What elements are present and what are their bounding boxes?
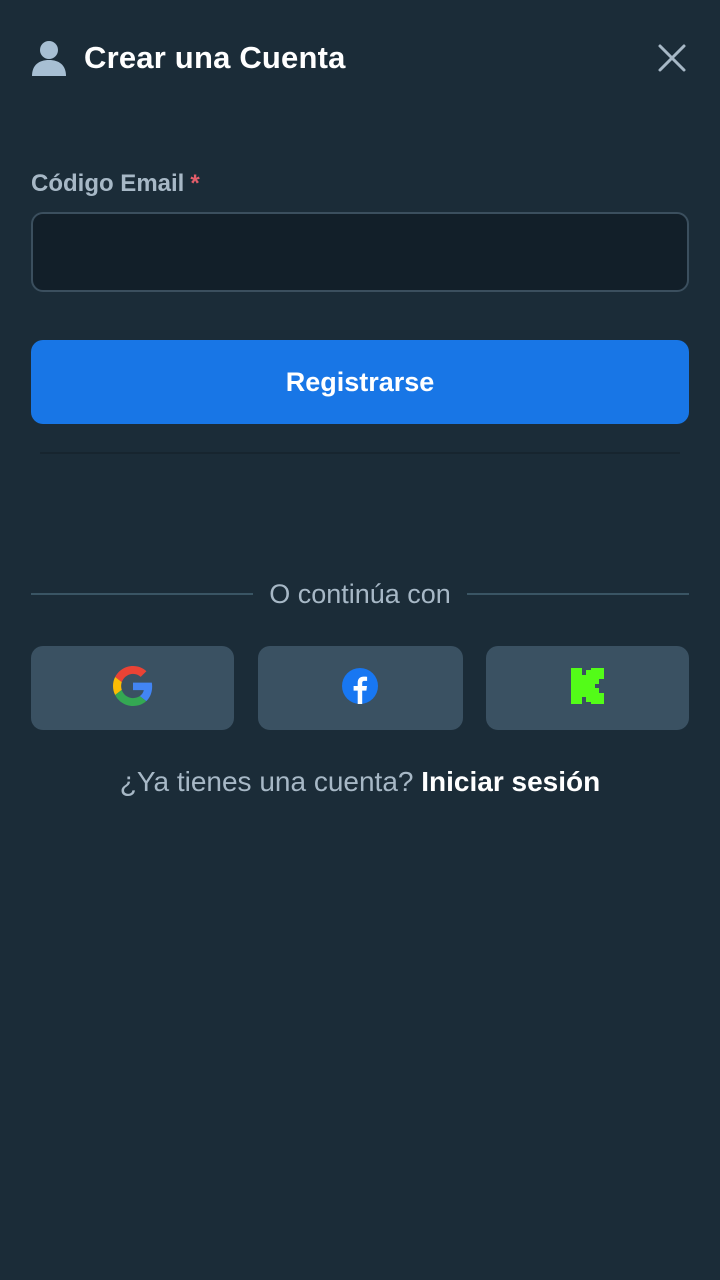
- google-login-button[interactable]: [31, 646, 234, 730]
- kick-login-button[interactable]: [486, 646, 689, 730]
- divider-line-right: [466, 593, 689, 595]
- login-prompt: ¿Ya tienes una cuenta? Iniciar sesión: [0, 766, 720, 798]
- kick-icon: [570, 667, 605, 709]
- page-title: Crear una Cuenta: [84, 40, 346, 75]
- section-divider: [40, 452, 680, 454]
- create-account-screen: Crear una Cuenta Código Email * Registrar…: [0, 0, 720, 1280]
- email-code-input[interactable]: [31, 212, 689, 292]
- divider-line-left: [31, 593, 254, 595]
- required-marker: *: [190, 170, 200, 197]
- login-link[interactable]: Iniciar sesión: [421, 766, 600, 797]
- user-icon: [30, 39, 68, 77]
- login-question: ¿Ya tienes una cuenta?: [119, 766, 414, 797]
- or-continue-text: O continúa con: [269, 578, 451, 609]
- close-icon[interactable]: [656, 42, 688, 74]
- register-button[interactable]: Registrarse: [31, 340, 689, 424]
- google-icon: [112, 665, 153, 711]
- email-code-label: Código Email *: [31, 170, 200, 198]
- modal-header: Crear una Cuenta: [30, 30, 690, 86]
- social-login-row: [31, 646, 689, 730]
- facebook-icon: [341, 667, 379, 710]
- facebook-login-button[interactable]: [257, 646, 463, 730]
- or-continue-divider: O continúa con: [31, 574, 689, 614]
- email-code-label-text: Código Email: [31, 170, 185, 197]
